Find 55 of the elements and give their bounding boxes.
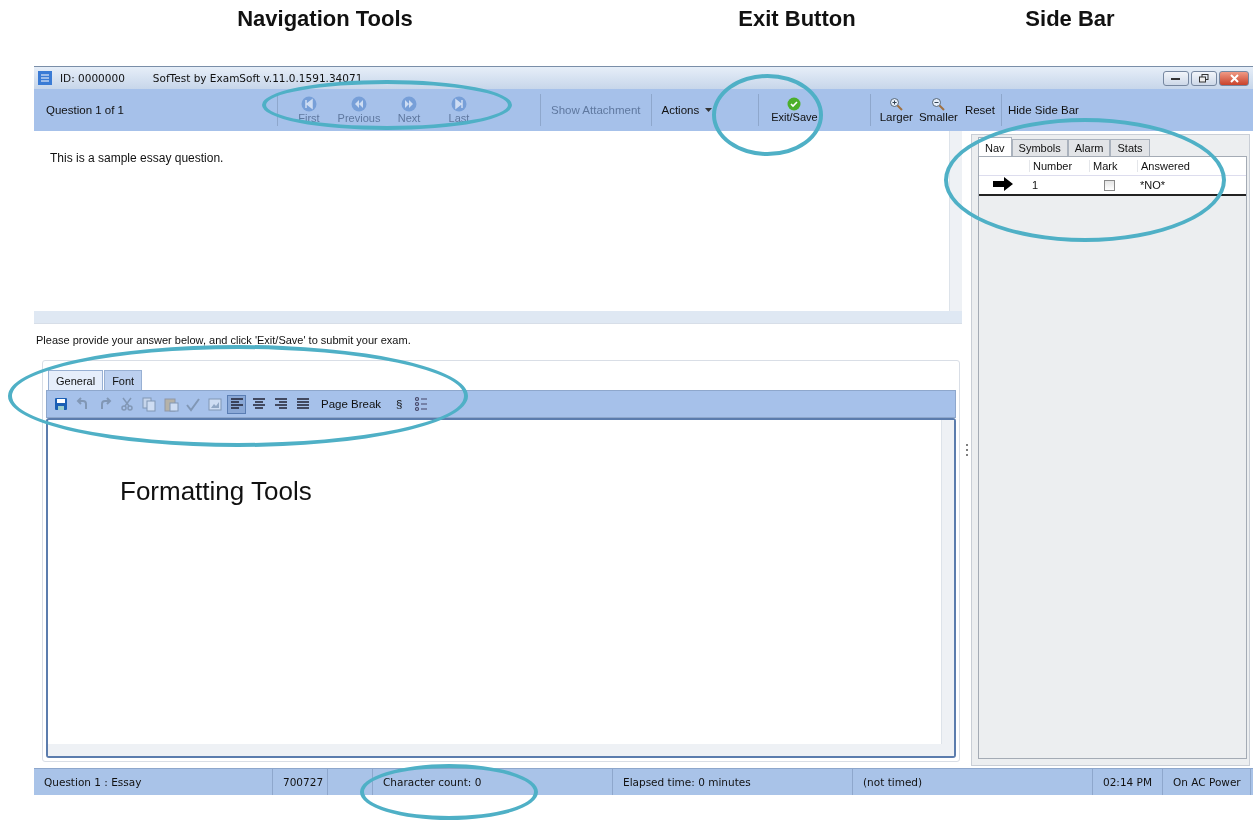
- column-header: Mark: [1089, 160, 1137, 172]
- status-text: Question 1 : Essay: [34, 769, 273, 795]
- exit-save-button[interactable]: Exit/Save: [765, 97, 824, 123]
- table-cell-text: *NO*: [1139, 179, 1167, 191]
- question-text: This is a sample essay question.: [49, 150, 225, 167]
- align-left-icon[interactable]: [227, 394, 246, 414]
- skip-forward-icon: [451, 96, 467, 112]
- exam-id: ID: 0000000: [60, 72, 125, 84]
- skip-back-icon: [301, 96, 317, 112]
- restore-button[interactable]: [1191, 70, 1217, 86]
- reset-button[interactable]: Reset: [960, 95, 999, 125]
- restore-icon: [1199, 73, 1209, 83]
- annotation-heading: Side Bar: [1025, 6, 1115, 32]
- zoom-in-button[interactable]: Larger: [876, 97, 916, 123]
- sidebar-tab[interactable]: Alarm: [1067, 139, 1111, 156]
- annotation-heading: Exit Button: [738, 6, 856, 32]
- close-icon: [1229, 73, 1239, 83]
- status-text: Elapsed time: 0 minutes: [613, 769, 853, 795]
- table-cell[interactable]: 1: [1029, 179, 1089, 191]
- status-text: (not timed): [853, 769, 1093, 795]
- checkmark-icon: [787, 97, 802, 111]
- sidebar-tab[interactable]: Stats: [1110, 139, 1150, 156]
- mark-checkbox[interactable]: [1104, 179, 1115, 191]
- scrollbar[interactable]: [949, 131, 962, 311]
- zoom-in-icon: [889, 97, 904, 111]
- format-button[interactable]: §: [390, 398, 409, 410]
- minimize-button[interactable]: [1163, 70, 1189, 86]
- column-header: Answered: [1137, 160, 1246, 172]
- scrollbar[interactable]: [34, 311, 962, 323]
- actions-menu[interactable]: Actions: [657, 95, 717, 125]
- format-button[interactable]: Page Break: [315, 398, 388, 410]
- editor-tab[interactable]: General: [48, 370, 104, 390]
- status-text: 02:14 PM: [1093, 769, 1163, 795]
- fast-forward-icon: [401, 96, 417, 112]
- minimize-icon: [1171, 75, 1181, 81]
- window-title: SofTest by ExamSoft v.11.0.1591.34071: [152, 72, 364, 84]
- annotation-caption: Formatting Tools: [120, 476, 312, 507]
- close-button[interactable]: [1219, 70, 1249, 86]
- question-counter: Question 1 of 1: [45, 104, 125, 116]
- sidebar-tab[interactable]: Nav: [978, 137, 1012, 156]
- zoom-out-button[interactable]: Smaller: [915, 97, 961, 123]
- status-text: On AC Power: [1163, 769, 1251, 795]
- zoom-out-icon: [931, 97, 946, 111]
- app-icon: [38, 71, 52, 85]
- hide-side-bar-button[interactable]: Hide Side Bar: [1003, 95, 1083, 125]
- caret-icon: [705, 108, 713, 112]
- sidebar-tab[interactable]: Symbols: [1011, 139, 1068, 156]
- status-text: Character count: 0: [373, 769, 613, 795]
- annotation-heading: Navigation Tools: [237, 6, 413, 32]
- column-header: Number: [1029, 160, 1089, 172]
- editor-tab[interactable]: Font: [104, 370, 143, 390]
- splitter-handle[interactable]: [965, 442, 968, 457]
- rewind-icon: [351, 96, 367, 112]
- instruction-text: Please provide your answer below, and click 'Exit/Save' to submit your exam.: [35, 333, 412, 348]
- status-text: 700727: [273, 769, 328, 795]
